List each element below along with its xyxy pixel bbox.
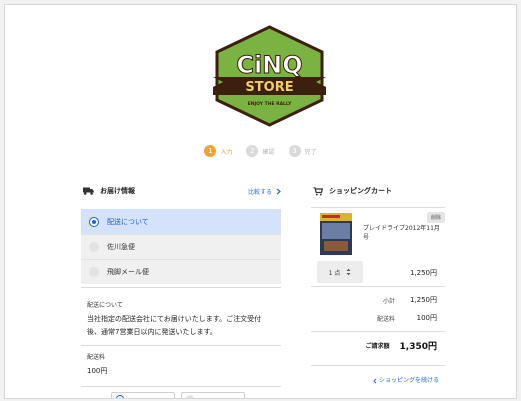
radio-button[interactable] [89, 216, 99, 227]
cinq-store-logo: CiNQ STORE ENJOY THE RALLY [213, 25, 326, 127]
option-label: 飛脚メール便 [107, 268, 149, 276]
updown-icon [346, 268, 351, 276]
chevron-right-icon [276, 188, 281, 194]
compare-link[interactable]: 比較する [248, 187, 281, 196]
total-row: ご請求額 1,350円 [311, 331, 445, 359]
compare-label: 比較する [247, 188, 272, 196]
delivery-option-sagawa[interactable]: 佐川急便 [81, 234, 281, 259]
radio-button[interactable] [89, 242, 99, 252]
partial-option-button[interactable] [181, 392, 245, 398]
step-number: 1 [204, 145, 217, 157]
delivery-option-standard[interactable]: 配送について [81, 209, 281, 234]
radio-button[interactable] [89, 267, 99, 277]
delivery-info: 配送について 当社指定の配送会社にてお届けいたします。ご注文受付後、通常7営業日… [81, 288, 281, 343]
checkout-steps: 1 入力 2 確認 3 完了 [5, 145, 516, 157]
cart-panel: ショッピングカート プレイドライブ2012年11月号 削除 1 点 1,250円… [311, 181, 445, 384]
cart-title: ショッピングカート [329, 187, 392, 195]
total-label: ご請求額 [365, 343, 390, 350]
line-price: 1,250円 [409, 269, 437, 277]
option-label: 配送について [107, 217, 149, 226]
quantity-value: 1 点 [328, 269, 341, 277]
delivery-header: お届け情報 比較する [81, 181, 281, 201]
product-thumbnail [320, 213, 352, 255]
shipping-value: 100円 [416, 314, 437, 322]
step-number: 2 [246, 145, 259, 157]
delivery-fee-value: 100円 [87, 367, 108, 375]
step-complete: 3 完了 [288, 145, 317, 157]
chevron-left-icon [373, 377, 377, 384]
delivery-options: 配送について 佐川急便 飛脚メール便 [81, 209, 281, 284]
option-label: 佐川急便 [107, 243, 135, 251]
continue-shopping-link[interactable]: ショッピングを続ける [311, 365, 445, 384]
delivery-fee: 配送料 100円 [81, 346, 281, 382]
cart-header: ショッピングカート [311, 181, 445, 201]
cart-item: プレイドライブ2012年11月号 削除 [311, 207, 445, 259]
total-value: 1,350円 [399, 342, 437, 352]
quantity-select[interactable]: 1 点 [317, 261, 363, 283]
subtotal-row: 小計 1,250円 [311, 291, 445, 309]
delivery-info-label: 配送について [87, 302, 123, 309]
shipping-row: 配送料 100円 [311, 309, 445, 327]
partial-buttons [111, 392, 245, 398]
cart-icon [313, 186, 323, 195]
radio-button[interactable] [116, 395, 124, 398]
delete-button[interactable]: 削除 [426, 212, 445, 223]
step-label: 入力 [220, 148, 233, 156]
partial-option-button[interactable] [111, 392, 175, 398]
truck-icon [83, 187, 94, 195]
product-name[interactable]: プレイドライブ2012年11月号 [363, 224, 443, 242]
logo-brand-text: CiNQ [236, 51, 302, 79]
divider [81, 386, 281, 387]
radio-button[interactable] [186, 395, 194, 398]
subtotal-value: 1,250円 [409, 296, 437, 304]
delivery-panel: お届け情報 比較する 配送について 佐川急便 飛脚メール便 配送について 当社指… [81, 181, 281, 398]
logo-tagline-text: ENJOY THE RALLY [248, 101, 292, 107]
continue-shopping-label: ショッピングを続ける [378, 377, 439, 384]
delivery-option-mail[interactable]: 飛脚メール便 [81, 259, 281, 284]
step-label: 完了 [304, 148, 317, 156]
delivery-fee-label: 配送料 [87, 354, 106, 361]
step-number: 3 [288, 145, 301, 157]
step-input: 1 入力 [204, 145, 232, 157]
delivery-info-text: 当社指定の配送会社にてお届けいたします。ご注文受付後、通常7営業日以内に発送いた… [87, 315, 262, 336]
subtotal-label: 小計 [382, 297, 395, 305]
quantity-row: 1 点 1,250円 [311, 259, 445, 287]
delivery-title: お届け情報 [100, 187, 135, 195]
shipping-label: 配送料 [376, 315, 395, 323]
logo-store-text: STORE [245, 80, 293, 95]
step-confirm: 2 確認 [246, 145, 275, 157]
step-label: 確認 [262, 148, 275, 156]
checkout-page: CiNQ STORE ENJOY THE RALLY 1 入力 2 確認 3 完… [4, 4, 517, 399]
